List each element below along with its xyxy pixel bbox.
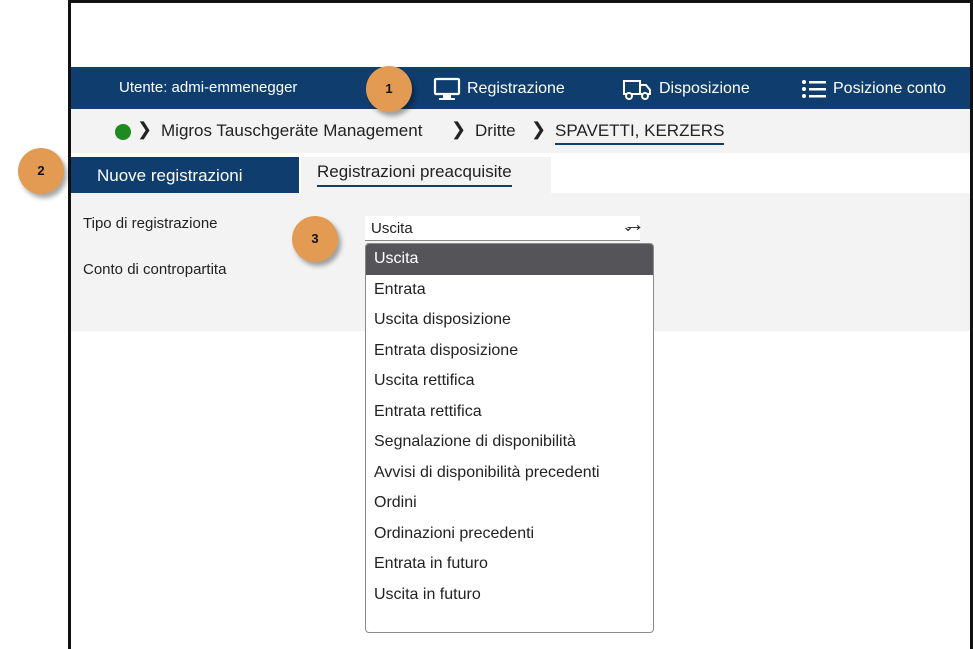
nav-registrazione-label: Registrazione: [467, 80, 565, 97]
breadcrumb-item-management[interactable]: Migros Tauschgeräte Management: [161, 121, 422, 141]
chevron-right-icon: ❯: [531, 119, 547, 139]
dropdown-option[interactable]: Segnalazione di disponibilità: [366, 427, 653, 458]
conto-label: Conto di contropartita: [83, 261, 227, 278]
tab-registrazioni-preacquisite[interactable]: Registrazioni preacquisite: [301, 157, 551, 193]
tab-bar: Nuove registrazioni Registrazioni preacq…: [71, 153, 970, 193]
app-window: Utente: admi-emmenegger Registrazione Di…: [68, 0, 973, 649]
tab-nuove-registrazioni[interactable]: Nuove registrazioni: [71, 157, 299, 193]
chevron-right-icon: ❯: [137, 119, 153, 139]
tipo-label: Tipo di registrazione: [83, 215, 218, 232]
dropdown-option[interactable]: Entrata disposizione: [366, 336, 653, 367]
dropdown-option[interactable]: Uscita rettifica: [366, 366, 653, 397]
breadcrumb: ❯ Migros Tauschgeräte Management ❯ Dritt…: [71, 109, 970, 153]
dropdown-option[interactable]: Entrata in futuro: [366, 549, 653, 580]
top-navigation-bar: Utente: admi-emmenegger Registrazione Di…: [71, 67, 970, 109]
select-value: Uscita: [371, 220, 413, 237]
list-icon: [802, 80, 826, 98]
dropdown-option[interactable]: Ordinazioni precedenti: [366, 519, 653, 550]
tab-label: Nuove registrazioni: [97, 166, 243, 185]
callout-badge-1: 1: [366, 66, 412, 112]
dropdown-option[interactable]: Ordini: [366, 488, 653, 519]
dropdown-option[interactable]: Uscita: [366, 244, 653, 275]
nav-disposizione-label: Disposizione: [659, 80, 750, 97]
user-label: Utente: admi-emmenegger: [119, 79, 298, 96]
go-arrow-icon[interactable]: →: [623, 211, 645, 237]
dropdown-list: Uscita Entrata Uscita disposizione Entra…: [365, 243, 654, 633]
dropdown-option[interactable]: Uscita in futuro: [366, 580, 653, 611]
dropdown-option[interactable]: Entrata: [366, 275, 653, 306]
nav-disposizione[interactable]: Disposizione: [621, 77, 750, 101]
nav-registrazione[interactable]: Registrazione: [433, 77, 565, 101]
breadcrumb-item-dritte[interactable]: Dritte: [475, 121, 516, 141]
status-dot-icon: [115, 124, 131, 140]
tipo-select[interactable]: Uscita ⌄: [365, 216, 640, 241]
breadcrumb-item-current[interactable]: SPAVETTI, KERZERS: [555, 121, 725, 145]
dropdown-option[interactable]: Entrata rettifica: [366, 397, 653, 428]
callout-badge-3: 3: [292, 216, 338, 262]
dropdown-option[interactable]: Avvisi di disponibilità precedenti: [366, 458, 653, 489]
chevron-right-icon: ❯: [451, 119, 467, 139]
truck-icon: [623, 80, 651, 100]
monitor-icon: [433, 77, 461, 100]
nav-posizione-conto-label: Posizione conto: [833, 80, 946, 97]
nav-posizione-conto[interactable]: Posizione conto: [801, 77, 946, 101]
callout-badge-2: 2: [18, 148, 64, 194]
tab-label: Registrazioni preacquisite: [317, 162, 512, 187]
dropdown-option[interactable]: Uscita disposizione: [366, 305, 653, 336]
